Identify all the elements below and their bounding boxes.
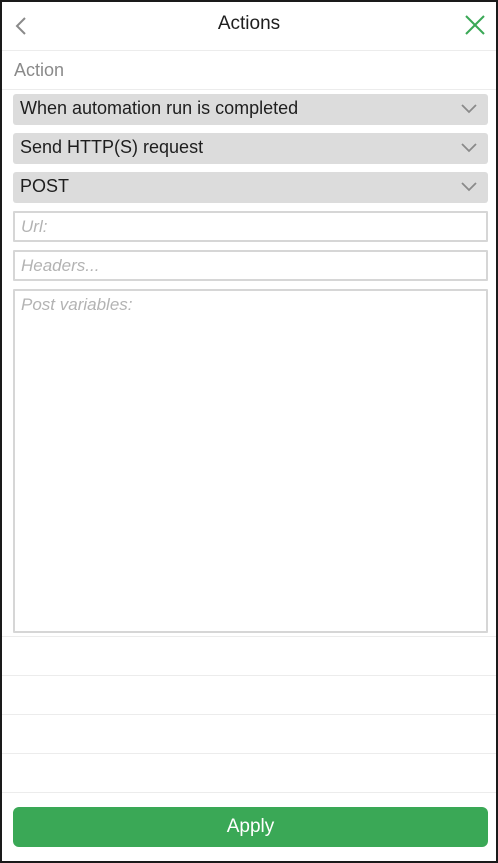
url-input[interactable] <box>15 213 486 240</box>
divider <box>2 714 496 715</box>
post-variables-textarea[interactable] <box>15 291 486 631</box>
url-field-wrapper <box>13 211 488 242</box>
headers-input[interactable] <box>15 252 486 279</box>
page-title: Actions <box>217 13 281 34</box>
panel-header: Actions <box>2 2 496 51</box>
post-variables-field-wrapper <box>13 289 488 633</box>
trigger-select-value: When automation run is completed <box>20 98 299 118</box>
divider <box>2 636 496 637</box>
actions-panel: Actions Action When automation run is co… <box>0 0 498 863</box>
trigger-select[interactable]: When automation run is completed <box>13 94 488 125</box>
action-type-select-value: Send HTTP(S) request <box>20 137 204 157</box>
headers-field-wrapper <box>13 250 488 281</box>
method-select-value: POST <box>20 176 70 196</box>
action-type-select[interactable]: Send HTTP(S) request <box>13 133 488 164</box>
method-select[interactable]: POST <box>13 172 488 203</box>
close-icon <box>465 15 485 35</box>
close-button[interactable] <box>462 12 488 38</box>
chevron-down-icon <box>461 182 477 192</box>
apply-button[interactable]: Apply <box>13 807 488 847</box>
action-section-label: Action <box>14 60 65 80</box>
divider <box>2 792 496 793</box>
chevron-down-icon <box>461 143 477 153</box>
divider <box>2 675 496 676</box>
chevron-down-icon <box>461 104 477 114</box>
divider <box>2 89 496 90</box>
divider <box>2 753 496 754</box>
